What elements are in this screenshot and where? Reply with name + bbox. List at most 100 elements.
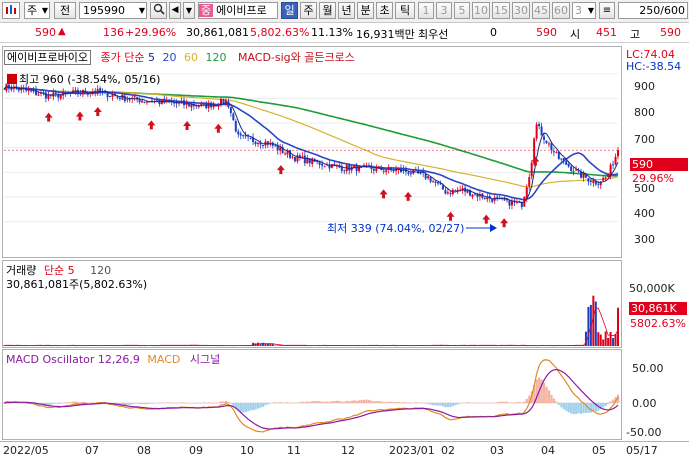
candle-body: [483, 198, 486, 200]
oscillator-bar: [377, 400, 381, 403]
interval-15[interactable]: 15: [492, 2, 510, 19]
oscillator-bar: [175, 402, 178, 404]
cross-marker-icon: [147, 120, 156, 130]
interval-3[interactable]: 3: [436, 2, 452, 19]
best-ask-label: 최우선: [418, 28, 449, 41]
chart-menu-icon[interactable]: [2, 2, 20, 19]
candle-body: [538, 124, 541, 127]
candle-body: [96, 88, 99, 94]
x-tick: 05: [592, 444, 606, 457]
custom-interval-select[interactable]: 3 ▼: [572, 2, 596, 19]
oscillator-bar: [54, 403, 57, 404]
candle-body: [550, 143, 553, 151]
low-annotation: 최저 339 (74.04%, 02/27): [327, 222, 465, 235]
candle-body: [348, 165, 351, 171]
interval-45[interactable]: 45: [532, 2, 550, 19]
candle-body: [133, 96, 136, 98]
oscillator-bar: [79, 402, 82, 403]
candle-body: [449, 193, 452, 195]
oscillator-bar: [121, 403, 124, 405]
volume-bar: [604, 331, 607, 346]
candle-body: [434, 181, 437, 183]
volume-bar: [274, 345, 277, 347]
oscillator-bar: [229, 403, 233, 404]
candle-body: [567, 163, 570, 167]
candle-body: [249, 137, 252, 139]
macd-tick-0: 0.00: [632, 397, 657, 410]
interval-60[interactable]: 60: [552, 2, 570, 19]
oscillator-bar: [392, 402, 395, 403]
ma-label: 종가 단순: [100, 51, 145, 64]
oscillator-bar: [242, 403, 245, 413]
oscillator-bar: [293, 403, 297, 404]
price-legend: 에이비프로바이오 종가 단순 5 20 60 120 MACD-sig와 골든크…: [4, 49, 355, 65]
price-tick-300: 300: [634, 233, 655, 246]
oscillator-bar: [350, 400, 353, 403]
oscillator-bar: [217, 402, 220, 404]
candle-body: [284, 153, 287, 155]
candle-body: [363, 164, 366, 166]
oscillator-bar: [76, 401, 80, 403]
candle-body: [602, 177, 605, 181]
volume-bar: [617, 307, 619, 346]
sound-icon[interactable]: ◀: [169, 2, 181, 19]
search-icon[interactable]: [150, 2, 167, 19]
oscillator-bar: [296, 402, 299, 404]
candle-body: [575, 169, 578, 171]
candle-body: [555, 152, 558, 154]
settings-icon[interactable]: ≡: [599, 2, 615, 19]
period-day[interactable]: 일: [281, 2, 298, 19]
cross-marker-icon: [482, 214, 491, 224]
oscillator-bar: [308, 401, 311, 403]
oscillator-bar: [363, 399, 366, 403]
oscillator-bar: [348, 401, 351, 403]
candle-body: [436, 182, 439, 184]
count-field[interactable]: 250/600: [618, 2, 688, 19]
volume-bar: [599, 334, 602, 346]
candle-body: [343, 170, 346, 172]
candle-body: [409, 173, 412, 175]
oscillator-bar: [215, 402, 218, 404]
oscillator-bar: [471, 402, 474, 404]
oscillator-bar: [187, 403, 191, 404]
period-tick[interactable]: 틱: [395, 2, 415, 19]
ma20-line: [3, 85, 619, 201]
oscillator-bar: [143, 403, 146, 405]
oscillator-bar: [473, 402, 477, 404]
period-minute[interactable]: 분: [357, 2, 374, 19]
current-price-box: 590: [630, 158, 688, 171]
period-week[interactable]: 주: [300, 2, 317, 19]
oscillator-bar: [575, 403, 578, 414]
interval-5[interactable]: 5: [454, 2, 470, 19]
candle-body: [454, 190, 457, 192]
oscillator-bar: [478, 402, 482, 404]
interval-1[interactable]: 1: [418, 2, 434, 19]
oscillator-bar: [432, 403, 435, 406]
oscillator-bar: [333, 400, 336, 403]
oscillator-bar: [313, 401, 316, 403]
period-month[interactable]: 월: [319, 2, 336, 19]
candle-body: [44, 92, 47, 99]
oscillator-bar: [279, 401, 282, 403]
price-tick-800: 800: [634, 106, 655, 119]
oscillator-bar: [444, 403, 447, 408]
oscillator-bar: [321, 401, 324, 403]
oscillator-bar: [276, 402, 279, 404]
oscillator-bar: [219, 401, 223, 403]
oscillator-bar: [183, 402, 186, 404]
low-arrow-icon: [490, 224, 497, 232]
interval-10[interactable]: 10: [472, 2, 490, 19]
period-second[interactable]: 초: [376, 2, 393, 19]
period-year[interactable]: 년: [338, 2, 355, 19]
interval-30[interactable]: 30: [512, 2, 530, 19]
oscillator-bar: [481, 402, 484, 404]
stock-code-input[interactable]: 195990 ▼: [79, 2, 147, 19]
prev-button[interactable]: 전: [54, 2, 76, 19]
oscillator-bar: [496, 402, 499, 403]
candle-body: [372, 168, 375, 171]
chevron-down-icon[interactable]: ▼: [183, 2, 195, 19]
market-select[interactable]: 주 ▼: [24, 2, 50, 19]
oscillator-bar: [501, 401, 504, 403]
candle-body: [530, 162, 533, 177]
oscillator-bar: [74, 401, 77, 403]
